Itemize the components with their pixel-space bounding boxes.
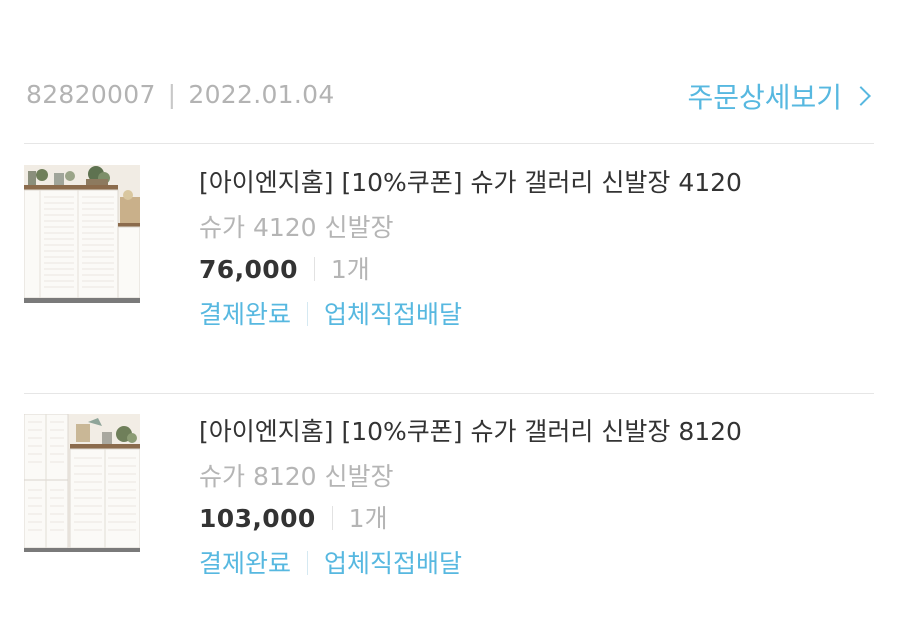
product-price: 76,000 — [199, 255, 298, 284]
product-quantity: 1개 — [348, 504, 388, 533]
order-meta: 82820007 | 2022.01.04 — [26, 80, 335, 109]
product-title[interactable]: [아이엔지홈] [10%쿠폰] 슈가 갤러리 신발장 4120 — [199, 166, 839, 200]
shoe-cabinet-4120-image — [24, 165, 140, 303]
product-info: [아이엔지홈] [10%쿠폰] 슈가 갤러리 신발장 4120 슈가 4120 … — [199, 165, 839, 331]
payment-status: 결제완료 — [199, 549, 292, 578]
status-row: 결제완료 업체직접배달 — [199, 548, 839, 580]
payment-status: 결제완료 — [199, 300, 292, 329]
order-detail-link[interactable]: 주문상세보기 — [687, 76, 874, 116]
product-quantity: 1개 — [330, 255, 370, 284]
product-option: 슈가 4120 신발장 — [199, 213, 394, 242]
delivery-method: 업체직접배달 — [324, 549, 463, 578]
order-header: 82820007 | 2022.01.04 주문상세보기 — [26, 74, 874, 118]
product-option: 슈가 8120 신발장 — [199, 462, 394, 491]
product-title[interactable]: [아이엔지홈] [10%쿠폰] 슈가 갤러리 신발장 8120 — [199, 415, 839, 449]
status-row: 결제완료 업체직접배달 — [199, 299, 839, 331]
divider — [24, 143, 874, 144]
product-price: 103,000 — [199, 504, 316, 533]
chevron-right-icon — [851, 86, 871, 106]
product-thumbnail[interactable] — [24, 165, 140, 303]
order-meta-separator: | — [167, 80, 177, 109]
status-separator — [307, 551, 309, 575]
shoe-cabinet-8120-image — [24, 414, 140, 552]
delivery-method: 업체직접배달 — [324, 300, 463, 329]
order-number: 82820007 — [26, 80, 156, 109]
product-info: [아이엔지홈] [10%쿠폰] 슈가 갤러리 신발장 8120 슈가 8120 … — [199, 414, 839, 580]
product-thumbnail[interactable] — [24, 414, 140, 552]
price-separator — [331, 506, 333, 530]
price-row: 76,000 1개 — [199, 254, 839, 286]
price-separator — [313, 257, 315, 281]
status-separator — [307, 302, 309, 326]
order-detail-label: 주문상세보기 — [687, 81, 842, 114]
order-date: 2022.01.04 — [188, 80, 335, 109]
divider — [24, 393, 874, 394]
price-row: 103,000 1개 — [199, 503, 839, 535]
